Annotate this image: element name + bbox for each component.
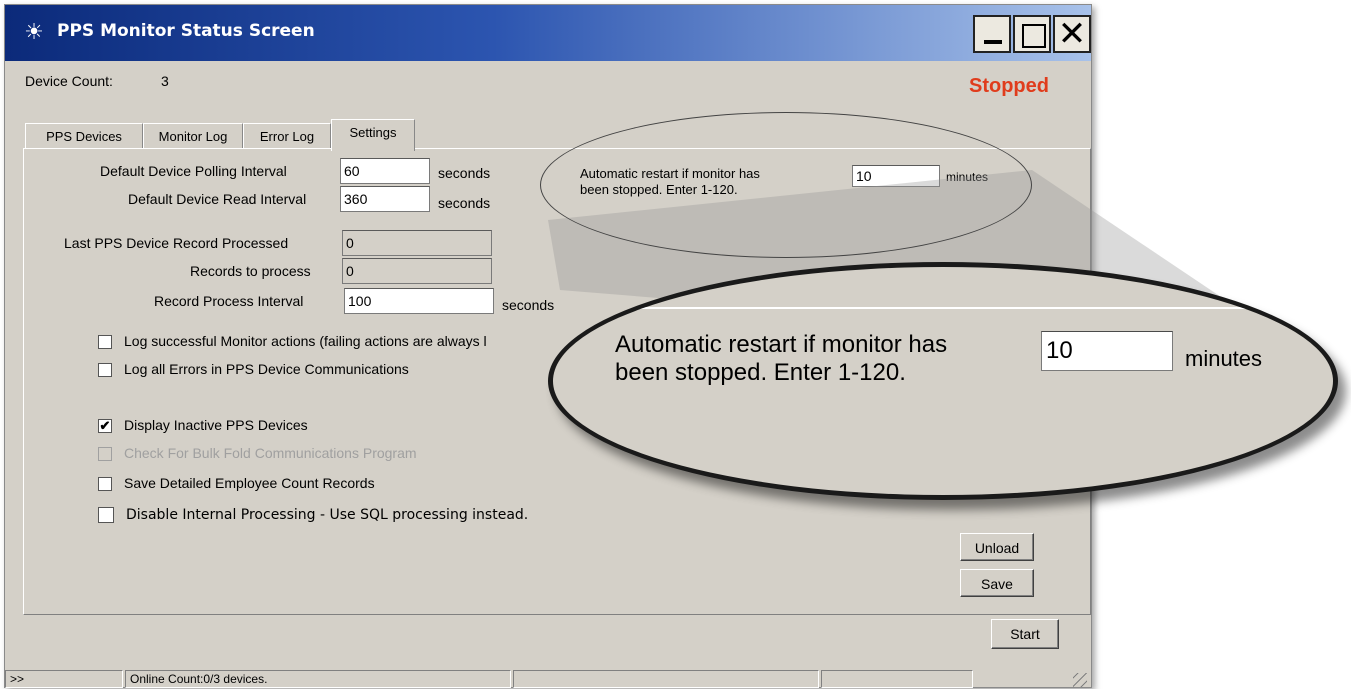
read-interval-label: Default Device Read Interval bbox=[128, 191, 307, 207]
window-title: PPS Monitor Status Screen bbox=[57, 21, 315, 41]
tab-pps-devices[interactable]: PPS Devices bbox=[25, 123, 143, 149]
close-button[interactable]: ✕ bbox=[1053, 15, 1091, 53]
unload-button[interactable]: Unload bbox=[960, 533, 1034, 561]
process-interval-input[interactable]: 100 bbox=[344, 288, 494, 314]
maximize-icon bbox=[1022, 24, 1046, 48]
lightbulb-icon: ☀ bbox=[24, 19, 44, 44]
callout-divider bbox=[553, 307, 1333, 309]
bulk-fold-checkbox bbox=[98, 447, 112, 461]
tab-error-log[interactable]: Error Log bbox=[243, 123, 331, 149]
log-successful-label: Log successful Monitor actions (failing … bbox=[124, 333, 487, 349]
polling-interval-label: Default Device Polling Interval bbox=[100, 163, 287, 179]
status-cell-3 bbox=[513, 670, 819, 688]
records-to-process-field: 0 bbox=[342, 258, 492, 284]
last-record-field: 0 bbox=[342, 230, 492, 256]
minimize-icon bbox=[984, 40, 1002, 44]
close-icon: ✕ bbox=[1057, 14, 1087, 54]
process-interval-label: Record Process Interval bbox=[154, 293, 304, 309]
process-interval-unit: seconds bbox=[502, 297, 555, 313]
resize-grip-icon[interactable] bbox=[1073, 673, 1087, 687]
device-count-value: 3 bbox=[161, 73, 169, 89]
disable-internal-label: Disable Internal Processing - Use SQL pr… bbox=[126, 507, 529, 523]
status-cell-arrows: >> bbox=[5, 670, 123, 688]
status-indicator: Stopped bbox=[969, 75, 1049, 97]
zoom-callout: Automatic restart if monitor has been st… bbox=[548, 262, 1338, 500]
log-successful-checkbox[interactable] bbox=[98, 335, 112, 349]
maximize-button[interactable] bbox=[1013, 15, 1051, 53]
polling-interval-unit: seconds bbox=[438, 165, 491, 181]
callout-text-line2: been stopped. Enter 1-120. bbox=[615, 359, 906, 386]
status-cell-online-count: Online Count:0/3 devices. bbox=[125, 670, 511, 688]
status-cell-4 bbox=[821, 670, 973, 688]
last-record-label: Last PPS Device Record Processed bbox=[64, 235, 289, 251]
device-count-label: Device Count: bbox=[25, 73, 113, 89]
callout-minutes-unit: minutes bbox=[1185, 346, 1263, 371]
status-bar: >> Online Count:0/3 devices. bbox=[5, 668, 1091, 689]
minimize-button[interactable] bbox=[973, 15, 1011, 53]
save-button[interactable]: Save bbox=[960, 569, 1034, 597]
callout-minutes-input: 10 bbox=[1041, 331, 1173, 371]
display-inactive-label: Display Inactive PPS Devices bbox=[124, 417, 308, 433]
polling-interval-input[interactable]: 60 bbox=[340, 158, 430, 184]
bulk-fold-label: Check For Bulk Fold Communications Progr… bbox=[124, 445, 417, 461]
callout-source-ellipse bbox=[540, 112, 1032, 258]
start-button[interactable]: Start bbox=[991, 619, 1059, 649]
save-employee-count-checkbox[interactable] bbox=[98, 477, 112, 491]
title-bar[interactable]: ☀ PPS Monitor Status Screen ✕ bbox=[5, 5, 1091, 61]
tab-settings[interactable]: Settings bbox=[331, 119, 415, 151]
tab-monitor-log[interactable]: Monitor Log bbox=[143, 123, 243, 149]
read-interval-unit: seconds bbox=[438, 195, 491, 211]
checkmark-icon: ✔ bbox=[99, 418, 111, 433]
log-errors-label: Log all Errors in PPS Device Communicati… bbox=[124, 361, 409, 377]
records-to-process-label: Records to process bbox=[190, 263, 311, 279]
disable-internal-checkbox[interactable] bbox=[98, 507, 114, 523]
display-inactive-checkbox[interactable]: ✔ bbox=[98, 419, 112, 433]
log-errors-checkbox[interactable] bbox=[98, 363, 112, 377]
save-employee-count-label: Save Detailed Employee Count Records bbox=[124, 475, 375, 491]
callout-text-line1: Automatic restart if monitor has bbox=[615, 331, 948, 358]
read-interval-input[interactable]: 360 bbox=[340, 186, 430, 212]
